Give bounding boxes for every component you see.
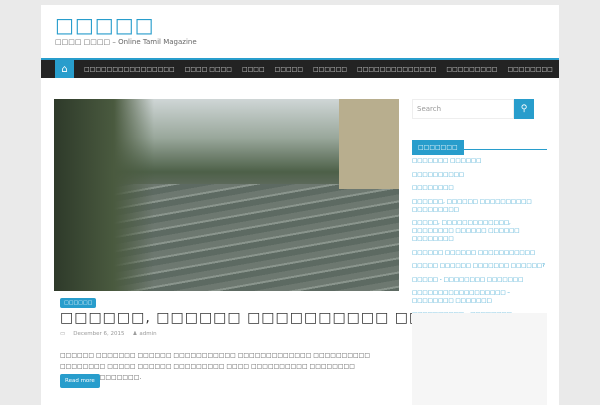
list-item[interactable]: □□□□□ □□□□□□ □□□□□□□ □□□□□□? [412, 262, 547, 270]
nav-item[interactable]: □□□□□□ [313, 66, 347, 73]
home-icon[interactable]: ⌂ [55, 60, 74, 78]
list-item[interactable]: □□□□□, □□□□□□□□□□□□□, □□□□□□□□ □□□□□□ □□… [412, 219, 547, 243]
post-meta: ▭ December 6, 2015 ♟ admin [60, 331, 165, 337]
user-icon: ♟ [132, 331, 138, 337]
main-nav: ⌂ □□□□□□□□□□□□□□□□ □□□□ □□□□ □□□□ □□□□□ … [41, 58, 559, 78]
search-button[interactable]: ⚲ [514, 99, 534, 119]
search-icon: ⚲ [520, 104, 528, 114]
nav-item[interactable]: □□□□ □□□□ [185, 66, 232, 73]
featured-image[interactable] [54, 99, 399, 291]
widget-title: □□□□□□□ [412, 134, 547, 155]
list-item[interactable]: □□□□□□, □□□□□□ □□□□□□□□□□ □□□□□□□□□ [412, 198, 547, 214]
list-item[interactable]: □□□□□□□□□□□□□□□□□□ – □□□□□□□□ □□□□□□□ [412, 289, 547, 305]
nav-item[interactable]: □□□□□□□□□ [446, 66, 497, 73]
list-item[interactable]: □□□□□ - □□□□□□□□ □□□□□□□ [412, 276, 547, 284]
category-badge[interactable]: □□□□□□ [60, 298, 97, 308]
nav-item[interactable]: □□□□□□□□□□□□□□ [357, 66, 436, 73]
list-item[interactable]: □□□□□□□□ [412, 184, 547, 192]
nav-item[interactable]: □□□□□ [275, 66, 303, 73]
read-more-button[interactable]: Read more [60, 374, 100, 388]
nav-item[interactable]: □□□□□□□□□□□□□□□□ [84, 66, 175, 73]
calendar-icon: ▭ [60, 331, 66, 337]
widget-title-label: □□□□□□□ [412, 140, 464, 155]
post-excerpt: □□□□□□ □□□□□□□ □□□□□□ □□□□□□□□□□□ □□□□□□… [60, 352, 370, 381]
site-tagline: □□□□ □□□□ – Online Tamil Magazine [55, 38, 197, 46]
list-item[interactable]: □□□□□□ □□□□□□ □□□□□□□□□□□ [412, 249, 547, 257]
nav-item[interactable]: □□□□□□□□ [507, 66, 552, 73]
recent-posts-list: □□□□□□□ □□□□□□ □□□□□□□□□□ □□□□□□□□ □□□□□… [412, 157, 547, 332]
page-container: □□□□□ □□□□ □□□□ – Online Tamil Magazine … [41, 5, 559, 405]
site-title[interactable]: □□□□□ [55, 13, 154, 37]
post-author[interactable]: admin [139, 331, 156, 337]
list-item[interactable]: □□□□□□□ □□□□□□ [412, 157, 547, 165]
sidebar-widget-box [412, 313, 547, 405]
post-date[interactable]: December 6, 2015 [73, 331, 124, 337]
search-input[interactable]: Search [412, 99, 514, 119]
list-item[interactable]: □□□□□□□□□□ [412, 171, 547, 179]
nav-item[interactable]: □□□□ [242, 66, 265, 73]
